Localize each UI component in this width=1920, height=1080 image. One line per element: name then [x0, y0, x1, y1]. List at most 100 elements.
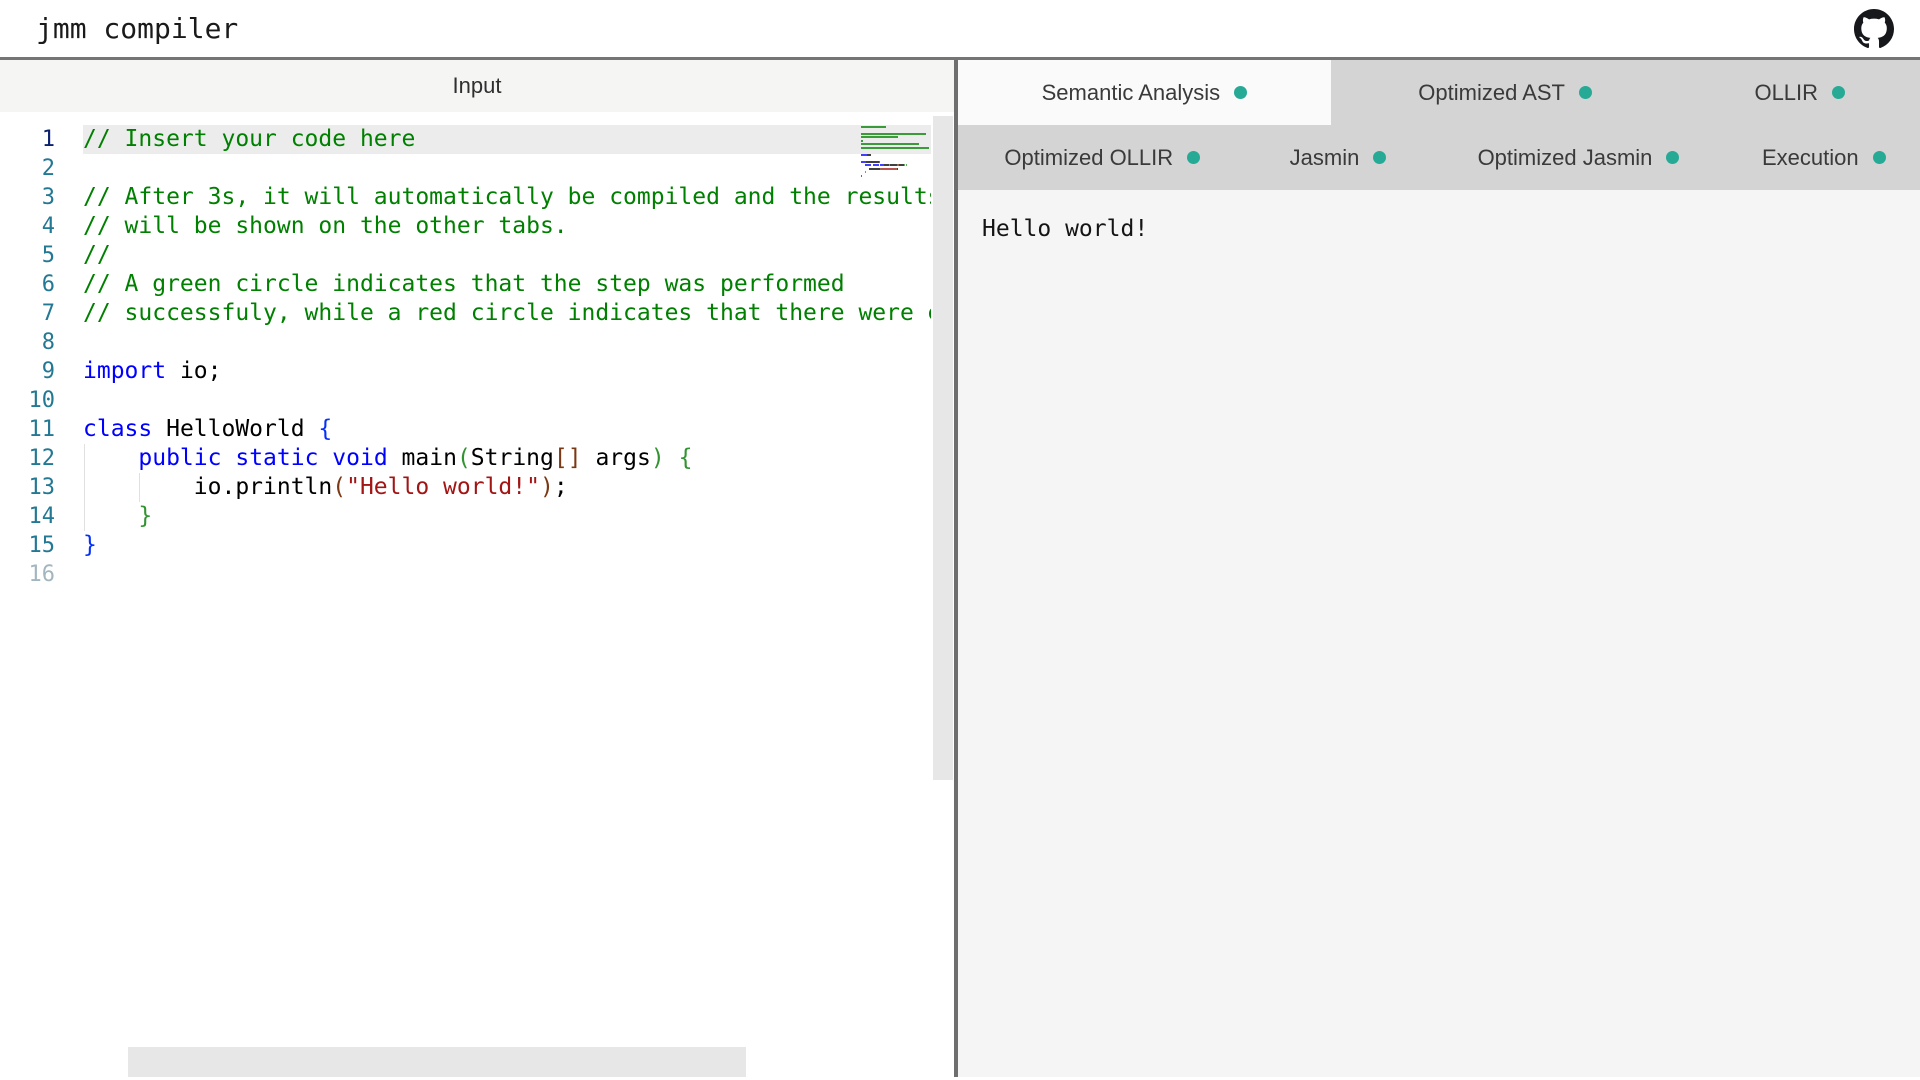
- code-line-text[interactable]: class HelloWorld {: [83, 415, 931, 444]
- code-line: 16: [0, 560, 931, 589]
- token-plain: [83, 445, 138, 471]
- token-keyword: import: [83, 358, 166, 384]
- code-line-text[interactable]: // After 3s, it will automatically be co…: [83, 183, 931, 212]
- code-line-text[interactable]: import io;: [83, 357, 931, 386]
- tab-content: Hello world!: [958, 190, 1920, 1077]
- indent-guide: [139, 473, 140, 502]
- tab-row: Semantic Analysis Optimized AST OLLIR: [958, 60, 1920, 125]
- token-plain: [221, 445, 235, 471]
- code-line-text[interactable]: //: [83, 241, 931, 270]
- code-line: 12 public static void main(String[] args…: [0, 444, 931, 473]
- line-number: 13: [0, 473, 55, 502]
- tab-label: Semantic Analysis: [1042, 80, 1221, 106]
- minimap-code-segment: [869, 168, 880, 170]
- tab-label: Optimized AST: [1418, 80, 1565, 106]
- code-line-text[interactable]: public static void main(String[] args) {: [83, 444, 931, 473]
- status-dot-icon: [1873, 151, 1886, 164]
- main-split: Input 1 // Insert your code here 23// Afte…: [0, 60, 1920, 1077]
- line-number: 11: [0, 415, 55, 444]
- status-dot-icon: [1666, 151, 1679, 164]
- token-bracket2: (: [457, 445, 471, 471]
- token-comment: // will be shown on the other tabs.: [83, 213, 568, 239]
- tab-execution[interactable]: Execution: [1728, 125, 1920, 190]
- code-line: 3// After 3s, it will automatically be c…: [0, 183, 931, 212]
- token-plain: HelloWorld: [152, 416, 318, 442]
- tab-label: Optimized Jasmin: [1478, 145, 1653, 171]
- minimap-code-segment: [897, 168, 898, 170]
- tab-input[interactable]: Input: [0, 60, 954, 112]
- editor-horizontal-scrollbar[interactable]: [128, 1047, 746, 1077]
- tab-label: Execution: [1762, 145, 1859, 171]
- code-line-text[interactable]: }: [83, 502, 931, 531]
- code-line: 6// A green circle indicates that the st…: [0, 270, 931, 299]
- token-plain: main: [388, 445, 457, 471]
- tab-optimized-ollir[interactable]: Optimized OLLIR: [958, 125, 1247, 190]
- tab-label: Optimized OLLIR: [1004, 145, 1173, 171]
- line-number: 12: [0, 444, 55, 473]
- token-plain: ;: [554, 474, 568, 500]
- code-line-text[interactable]: [83, 386, 931, 415]
- code-line: 9 import io;: [0, 357, 931, 386]
- line-number: 4: [0, 212, 55, 241]
- code-line-text[interactable]: // will be shown on the other tabs.: [83, 212, 931, 241]
- code-line-text[interactable]: // A green circle indicates that the ste…: [83, 270, 931, 299]
- status-dot-icon: [1234, 86, 1247, 99]
- code-line-text[interactable]: }: [83, 531, 931, 560]
- tab-jasmin[interactable]: Jasmin: [1247, 125, 1430, 190]
- minimap-code-segment: [866, 161, 879, 163]
- status-dot-icon: [1832, 86, 1845, 99]
- token-plain: String: [471, 445, 554, 471]
- tab-label: Jasmin: [1290, 145, 1360, 171]
- status-dot-icon: [1373, 151, 1386, 164]
- tab-optimized-jasmin[interactable]: Optimized Jasmin: [1429, 125, 1727, 190]
- code-line-text[interactable]: io.println("Hello world!");: [83, 473, 931, 502]
- line-number: 2: [0, 154, 55, 183]
- minimap[interactable]: [861, 125, 931, 181]
- status-dot-icon: [1187, 151, 1200, 164]
- minimap-code-segment: [867, 154, 871, 156]
- code-line-text[interactable]: [83, 328, 931, 357]
- token-keyword: static: [235, 445, 318, 471]
- minimap-code-segment: [861, 133, 926, 135]
- tab-optimized-ast[interactable]: Optimized AST: [1331, 60, 1680, 125]
- token-keyword: public: [138, 445, 221, 471]
- minimap-code-segment: [861, 140, 863, 142]
- code-line-text[interactable]: [83, 560, 931, 589]
- code-line-text[interactable]: // Insert your code here: [83, 125, 931, 154]
- code-line-text[interactable]: // successfuly, while a red circle indic…: [83, 299, 931, 328]
- line-number: 15: [0, 531, 55, 560]
- code-line: 13 io.println("Hello world!");: [0, 473, 931, 502]
- tab-label: OLLIR: [1754, 80, 1818, 106]
- token-keyword: class: [83, 416, 152, 442]
- tab-semantic-analysis[interactable]: Semantic Analysis: [958, 60, 1331, 125]
- minimap-code-segment: [879, 161, 880, 163]
- minimap-space: [861, 168, 869, 170]
- code-editor[interactable]: 1 // Insert your code here 23// After 3s, …: [0, 112, 954, 1077]
- semantic-analysis-output: Hello world!: [982, 216, 1148, 242]
- indent-guide: [84, 444, 85, 473]
- tab-ollir[interactable]: OLLIR: [1680, 60, 1920, 125]
- tab-row: Optimized OLLIR Jasmin Optimized Jasmin Exe…: [958, 125, 1920, 190]
- line-number: 10: [0, 386, 55, 415]
- code-line: 15}: [0, 531, 931, 560]
- github-link[interactable]: [1854, 9, 1894, 49]
- results-panel: Semantic Analysis Optimized AST OLLIR Optim…: [958, 60, 1920, 1077]
- editor-vertical-scrollbar[interactable]: [933, 116, 953, 780]
- line-number: 1: [0, 125, 55, 154]
- token-bracket2: {: [679, 445, 693, 471]
- code-line-text[interactable]: [83, 154, 931, 183]
- code-line: 2: [0, 154, 931, 183]
- line-number: 5: [0, 241, 55, 270]
- line-number: 9: [0, 357, 55, 386]
- line-number: 14: [0, 502, 55, 531]
- token-bracket1: }: [83, 532, 97, 558]
- minimap-line: [861, 178, 931, 182]
- code-line: 5 //: [0, 241, 931, 270]
- token-plain: [83, 503, 138, 529]
- indent-guide: [84, 502, 85, 531]
- minimap-code-segment: [861, 175, 862, 177]
- editor-lines: 1 // Insert your code here 23// After 3s, …: [0, 112, 954, 589]
- minimap-code-segment: [861, 136, 898, 138]
- code-line: 1 // Insert your code here: [0, 125, 931, 154]
- code-line: 11 class HelloWorld {: [0, 415, 931, 444]
